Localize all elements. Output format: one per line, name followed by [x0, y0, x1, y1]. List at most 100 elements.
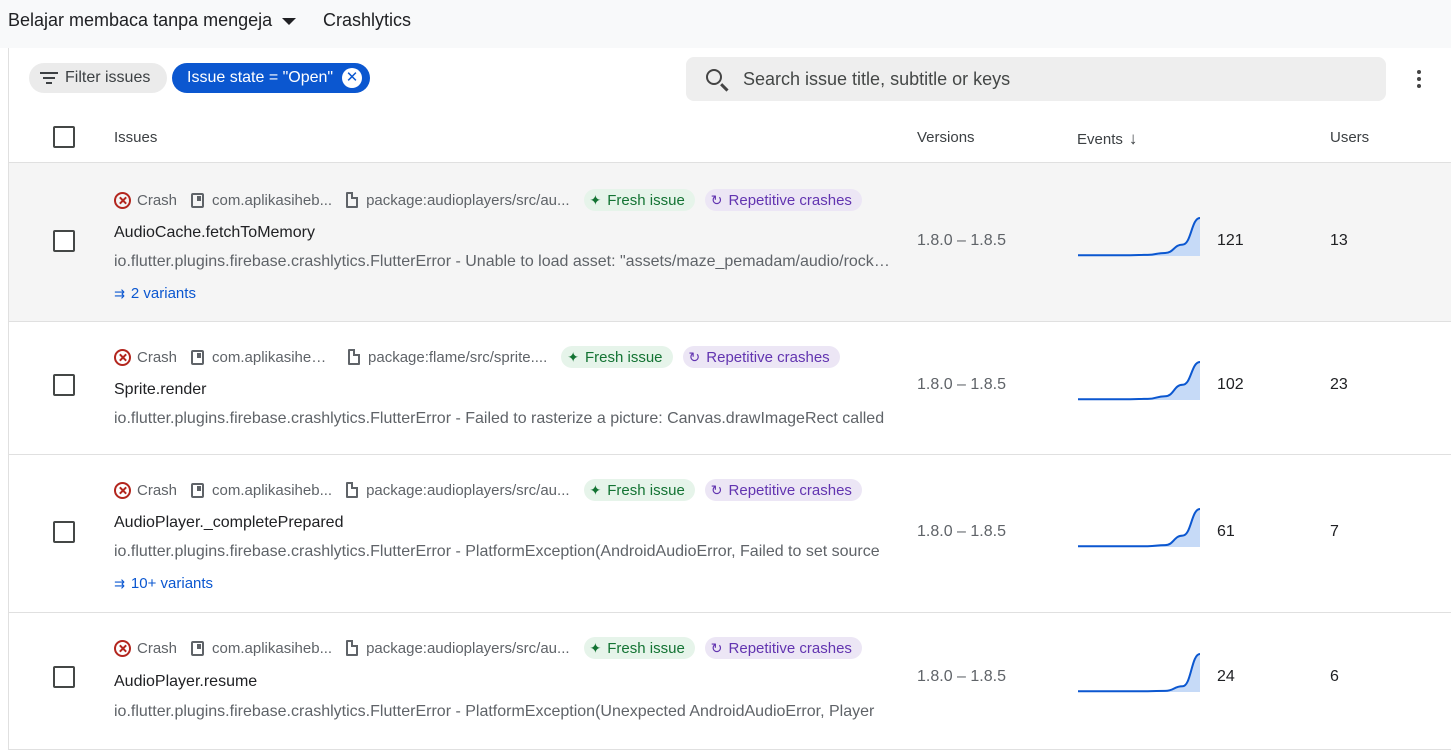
- users-count: 13: [1330, 232, 1348, 249]
- events-count: 24: [1217, 668, 1235, 685]
- file-icon: [348, 349, 361, 365]
- source-file: package:audioplayers/src/au...: [346, 481, 570, 499]
- app-icon: [191, 192, 205, 208]
- issue-title[interactable]: AudioCache.fetchToMemory: [114, 224, 315, 242]
- app-package-label: com.aplikasiheb...: [212, 481, 333, 499]
- caret-down-icon: [282, 18, 297, 25]
- variants-label: 10+ variants: [130, 575, 214, 592]
- project-selector[interactable]: Belajar membaca tanpa mengeja: [8, 10, 297, 31]
- app-package: com.aplikasiheb...: [191, 640, 332, 657]
- table-row[interactable]: Crash com.aplikasihebat.b... package:flame…: [9, 322, 1451, 455]
- versions-range: 1.8.0 – 1.8.5: [917, 376, 1006, 393]
- issue-title[interactable]: AudioPlayer._completePrepared: [114, 514, 343, 532]
- crash-type: Crash: [114, 481, 178, 499]
- variants-link[interactable]: ⇉ 10+ variants: [114, 575, 213, 592]
- row-checkbox[interactable]: [53, 230, 75, 252]
- source-file-label: package:audioplayers/src/au...: [366, 481, 570, 499]
- table-row[interactable]: Crash com.aplikasiheb... package:audioplay…: [9, 613, 1451, 750]
- events-count: 61: [1217, 523, 1235, 540]
- crash-type: Crash: [114, 639, 178, 657]
- source-file: package:audioplayers/src/au...: [346, 192, 570, 209]
- events-count: 102: [1217, 376, 1244, 393]
- branch-icon: ⇉: [114, 575, 125, 591]
- more-vert-icon[interactable]: [1414, 68, 1424, 90]
- crash-type: Crash: [114, 348, 178, 366]
- variants-label: 2 variants: [130, 285, 196, 302]
- users-count: 7: [1330, 523, 1339, 540]
- app-package-label: com.aplikasiheb...: [212, 639, 333, 657]
- events-sparkline: [1078, 217, 1201, 257]
- events-sparkline: [1078, 653, 1201, 693]
- sparkle-icon: ✦: [589, 191, 602, 208]
- issue-subtitle: io.flutter.plugins.firebase.crashlytics.…: [114, 253, 896, 270]
- app-icon: [191, 349, 205, 365]
- repetitive-crashes-label: Repetitive crashes: [728, 191, 852, 209]
- issue-meta: Crash com.aplikasiheb... package:audioplay…: [114, 637, 862, 659]
- sparkle-icon: ✦: [567, 348, 579, 365]
- table-row[interactable]: Crash com.aplikasiheb... package:audioplay…: [9, 163, 1451, 322]
- issue-meta: Crash com.aplikasiheb... package:audioplay…: [114, 479, 862, 501]
- file-icon: [346, 640, 359, 656]
- crash-type: Crash: [114, 191, 178, 209]
- crash-type-label: Crash: [137, 481, 178, 499]
- issue-subtitle: io.flutter.plugins.firebase.crashlytics.…: [114, 703, 875, 720]
- filter-issues-button[interactable]: Filter issues: [29, 63, 167, 93]
- sparkline-area: [1078, 509, 1200, 547]
- fresh-issue-badge: ✦ Fresh issue: [583, 189, 695, 211]
- issue-subtitle: io.flutter.plugins.firebase.crashlytics.…: [114, 410, 885, 427]
- file-icon: [346, 192, 359, 208]
- users-count: 6: [1330, 668, 1339, 685]
- issue-title[interactable]: Sprite.render: [114, 381, 207, 399]
- fresh-issue-badge: ✦ Fresh issue: [561, 346, 673, 368]
- row-checkbox[interactable]: [53, 374, 75, 396]
- search-box[interactable]: [686, 57, 1386, 101]
- row-checkbox[interactable]: [53, 521, 75, 543]
- variants-link[interactable]: ⇉ 2 variants: [114, 285, 196, 302]
- sparkle-icon: ✦: [589, 481, 602, 498]
- table-row[interactable]: Crash com.aplikasiheb... package:audioplay…: [9, 455, 1451, 613]
- fresh-issue-label: Fresh issue: [607, 639, 685, 657]
- repetitive-crashes-badge: ↻ Repetitive crashes: [704, 637, 862, 659]
- column-issues: Issues: [114, 129, 158, 146]
- repeat-icon: ↻: [710, 481, 723, 498]
- app-package: com.aplikasiheb...: [191, 192, 332, 209]
- versions-range: 1.8.0 – 1.8.5: [917, 232, 1006, 249]
- arrow-down-icon: ↓: [1128, 129, 1138, 148]
- source-file-label: package:audioplayers/src/au...: [366, 639, 570, 657]
- row-checkbox[interactable]: [53, 666, 75, 688]
- repetitive-crashes-badge: ↻ Repetitive crashes: [704, 479, 862, 501]
- search-input[interactable]: [741, 57, 1371, 101]
- filter-icon: [39, 71, 59, 85]
- events-sparkline: [1078, 361, 1201, 401]
- issue-state-chip[interactable]: Issue state = "Open" ✕: [172, 63, 370, 93]
- events-count: 121: [1217, 232, 1244, 249]
- source-file: package:flame/src/sprite....: [348, 349, 547, 366]
- fresh-issue-label: Fresh issue: [607, 481, 685, 499]
- app-icon: [191, 640, 205, 656]
- versions-range: 1.8.0 – 1.8.5: [917, 523, 1006, 540]
- column-events-label: Events: [1077, 130, 1123, 148]
- events-sparkline: [1078, 508, 1201, 548]
- search-icon: [706, 69, 722, 85]
- crash-type-label: Crash: [137, 639, 178, 657]
- column-users: Users: [1330, 129, 1370, 146]
- app-package: com.aplikasihebat.b...: [191, 349, 334, 366]
- issue-title[interactable]: AudioPlayer.resume: [114, 673, 257, 691]
- crash-icon: [114, 191, 131, 209]
- fresh-issue-badge: ✦ Fresh issue: [583, 637, 695, 659]
- repetitive-crashes-label: Repetitive crashes: [728, 481, 852, 499]
- repetitive-crashes-label: Repetitive crashes: [706, 348, 830, 366]
- crash-type-label: Crash: [137, 191, 178, 209]
- crash-type-label: Crash: [137, 348, 178, 366]
- column-events-sort[interactable]: Events ↓: [1077, 129, 1137, 149]
- close-icon[interactable]: ✕: [342, 68, 362, 88]
- source-file: package:audioplayers/src/au...: [346, 639, 570, 657]
- repetitive-crashes-badge: ↻ Repetitive crashes: [682, 346, 840, 368]
- sparkline-area: [1078, 218, 1200, 256]
- source-file-label: package:flame/src/sprite....: [368, 348, 548, 366]
- select-all-checkbox[interactable]: [53, 126, 75, 148]
- repeat-icon: ↻: [710, 639, 723, 656]
- filter-issues-label: Filter issues: [65, 69, 151, 86]
- top-bar: Belajar membaca tanpa mengeja Crashlytic…: [0, 0, 1451, 48]
- app-package-label: com.aplikasihebat.b...: [212, 348, 334, 366]
